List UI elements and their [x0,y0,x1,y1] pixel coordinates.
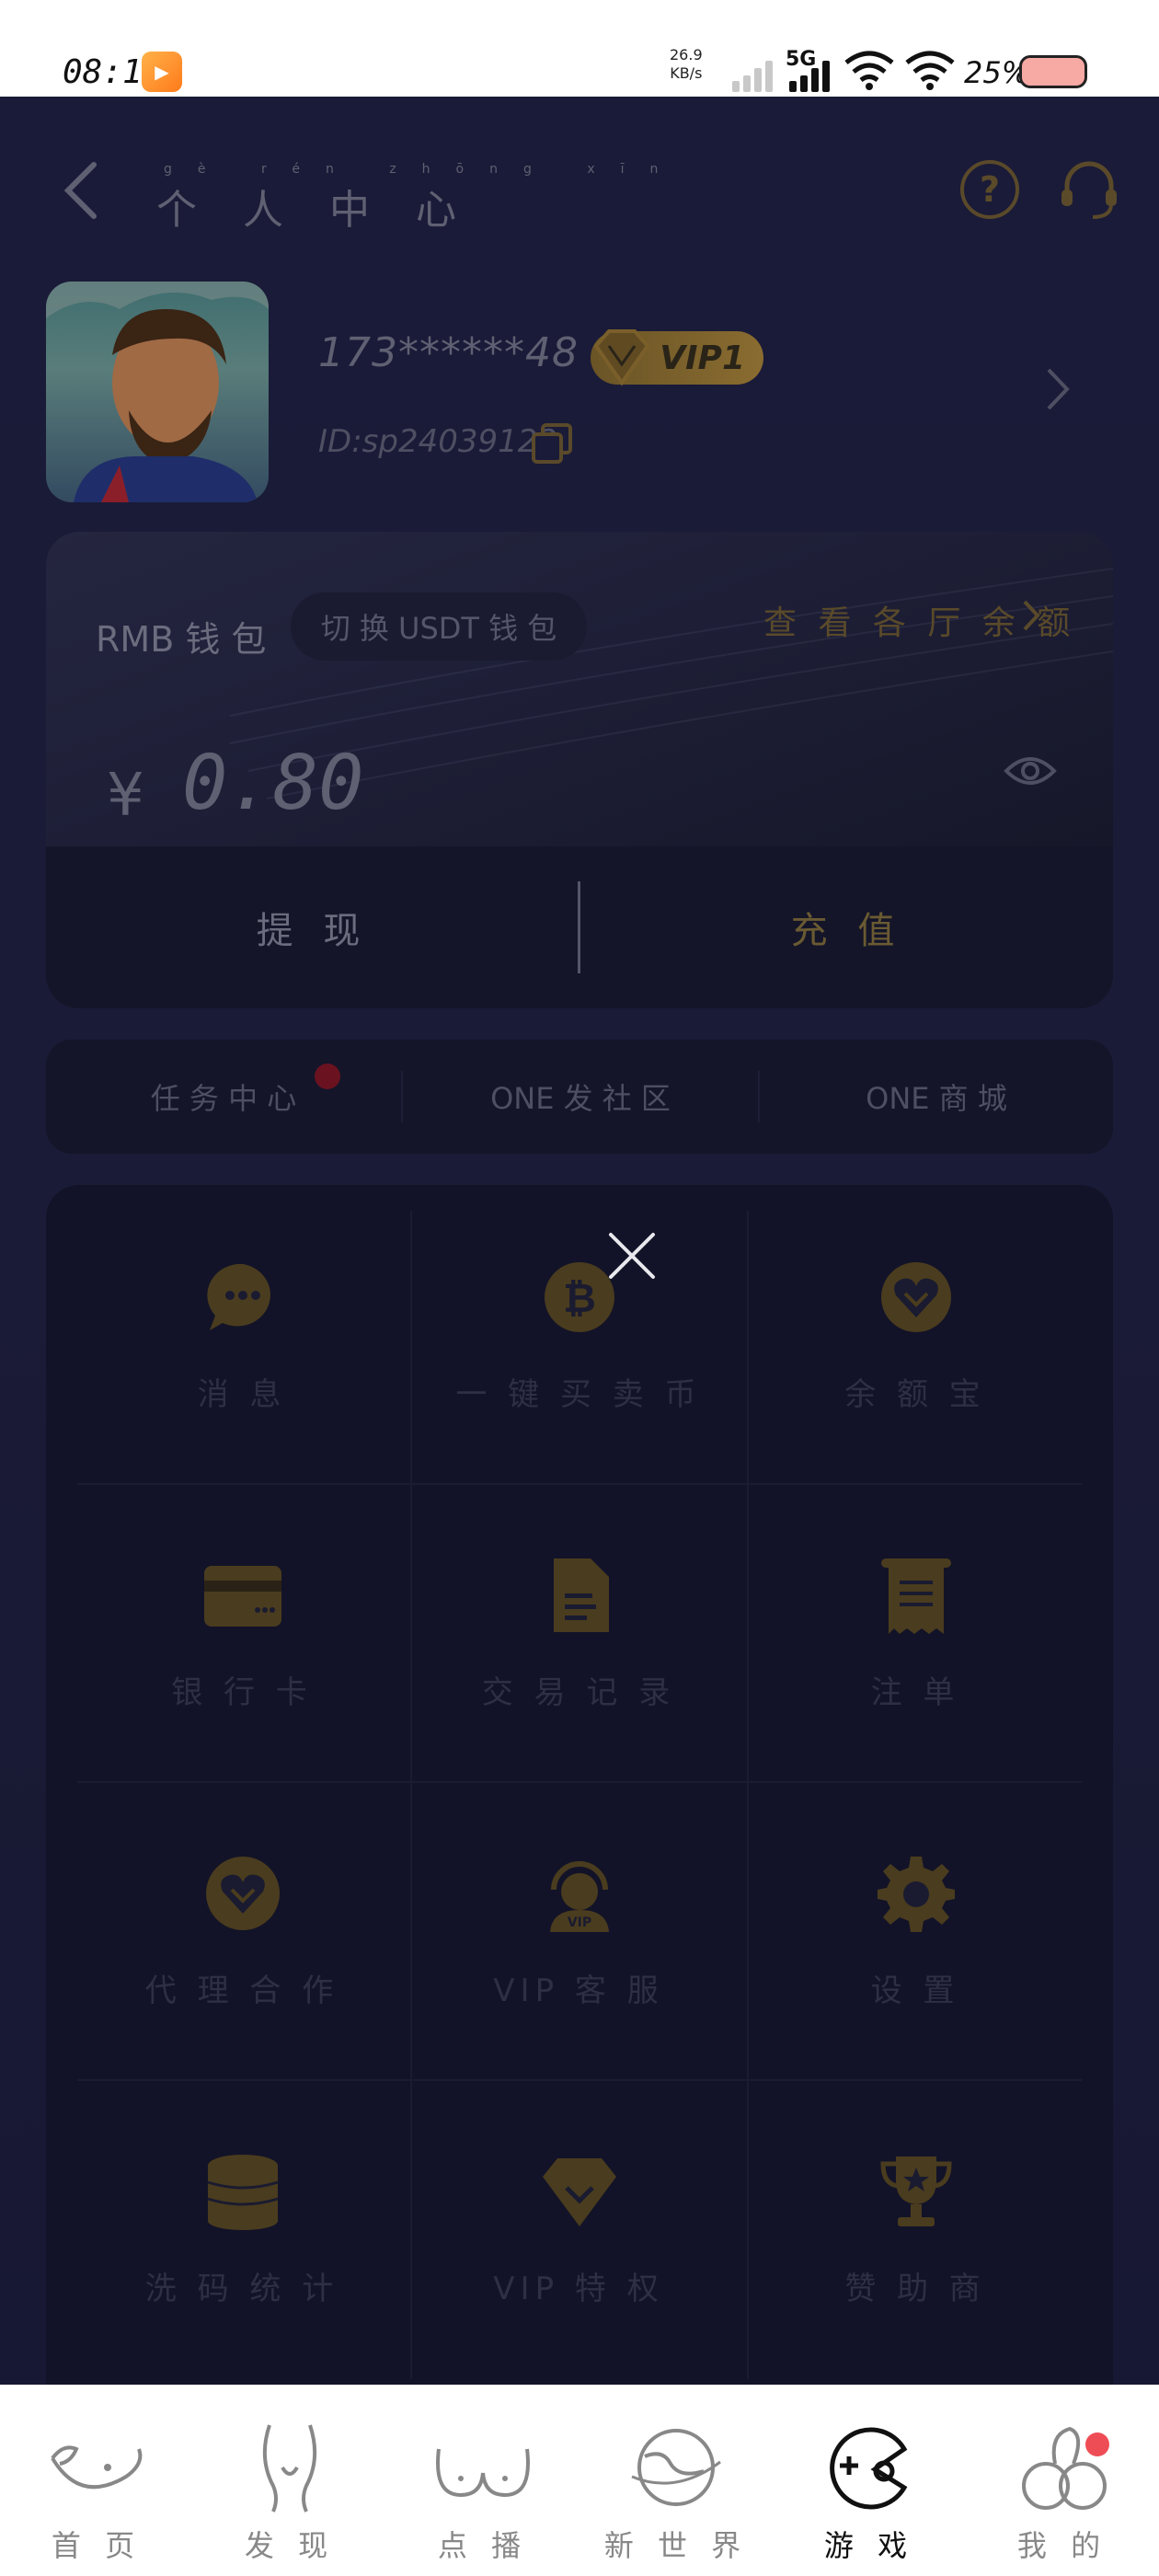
question-circle-icon[interactable]: ? [960,160,1019,219]
grid-item-label: VIP 客 服 [493,1972,664,2009]
tab-profile[interactable]: 我 的 [966,2385,1159,2576]
task-notification-dot [315,1064,340,1089]
vip-diamond-icon [543,2158,616,2226]
wallet-type-label: RMB 钱 包 [96,619,267,660]
grid-item-label: 设 置 [870,1972,960,2009]
signal-bars-sim2-icon [789,55,830,92]
grid-item-label: 赞 助 商 [844,2271,986,2307]
grid-item-bet-slips[interactable]: 注 单 [747,1483,1084,1750]
tab-label: 点 播 [437,2528,529,2563]
grid-item-settings[interactable]: 设 置 [747,1781,1084,2048]
avatar-portrait-image [46,282,269,502]
wallet-balance: 0.80 [182,740,364,827]
avatar[interactable] [46,282,269,502]
grid-item-label: VIP 特 权 [493,2271,664,2307]
tab-label: 游 戏 [823,2528,915,2563]
grid-item-label: 银 行 卡 [171,1674,313,1711]
community-link[interactable]: ONE 发 社 区 [403,1040,758,1154]
user-id: ID:sp24039122 [318,423,558,460]
grid-item-rebate-stats[interactable]: 洗 码 统 计 [74,2079,410,2346]
grid-item-agency-cooperation[interactable]: 代 理 合 作 [74,1781,410,2048]
wifi-secondary-icon [905,51,955,90]
app-notification-icon: ▶ [142,52,182,92]
switch-usdt-wallet-button[interactable]: 切 换 USDT 钱 包 [291,592,587,661]
network-speed-unit: KB/s [670,64,703,82]
game-tab-icon [830,2427,908,2510]
lobby-chevron-right-icon[interactable] [1021,598,1041,633]
grid-item-label: 交 易 记 录 [481,1674,676,1711]
battery-icon [1019,55,1087,88]
home-tab-icon [51,2445,143,2490]
globe-tab-icon [631,2429,721,2506]
recharge-button[interactable]: 充 值 [581,846,1113,1008]
close-icon[interactable] [605,1229,659,1282]
on-demand-tab-icon [436,2448,530,2498]
grid-item-label: 一 键 买 卖 币 [455,1376,702,1413]
network-speed: 26.9 KB/s [670,46,703,83]
bank-card-icon [204,1566,281,1627]
bottom-tab-bar: 首 页 发 现 点 播 新 世 界 游 戏 我 的 [0,2385,1159,2576]
profile-chevron-right-icon[interactable] [1043,366,1071,412]
tab-discover[interactable]: 发 现 [193,2385,386,2576]
vip-agent-icon: VIP [550,1861,609,1932]
grid-item-label: 消 息 [197,1376,287,1413]
grid-item-label: 注 单 [870,1674,960,1711]
document-icon [554,1558,609,1632]
grid-item-vip-privileges[interactable]: VIP 特 权 [410,2079,747,2346]
tab-label: 首 页 [51,2528,143,2563]
tab-home[interactable]: 首 页 [0,2385,193,2576]
profile-tab-badge [1085,2432,1109,2456]
heart-shield-icon [881,1262,951,1332]
wallet-card: RMB 钱 包 切 换 USDT 钱 包 查 看 各 厅 余 额 ¥ 0.80 … [46,532,1113,1008]
tab-label: 发 现 [244,2528,336,2563]
withdraw-button[interactable]: 提 现 [46,846,580,1008]
tab-label: 我 的 [1016,2528,1108,2563]
grid-item-label: 余 额 宝 [844,1376,986,1413]
grid-item-label: 代 理 合 作 [144,1972,339,2009]
grid-item-bank-card[interactable]: 银 行 卡 [74,1483,410,1750]
grid-item-balance-treasure[interactable]: 余 额 宝 [747,1185,1084,1452]
page-title-pinyin: gè rén zhōng xīn [164,162,684,177]
network-speed-value: 26.9 [670,46,703,63]
receipt-icon [881,1558,951,1634]
handshake-icon [206,1857,280,1930]
quick-nav-bar: 任 务 中 心 ONE 发 社 区 ONE 商 城 [46,1040,1113,1154]
signal-bars-sim1-icon [732,55,773,92]
tab-on-demand[interactable]: 点 播 [386,2385,580,2576]
eye-icon[interactable] [1003,753,1058,789]
vip-diamond-badge-icon [593,329,650,386]
grid-item-sponsors[interactable]: 赞 助 商 [747,2079,1084,2346]
page-title: 个 人 中 心 [156,187,473,234]
grid-item-vip-service[interactable]: VIP VIP 客 服 [410,1781,747,2048]
tab-label: 新 世 界 [603,2528,749,2563]
wallet-button-divider [578,881,580,973]
svg-text:₿: ₿ [563,1275,596,1322]
copy-icon[interactable] [530,421,574,466]
grid-item-buy-sell-coin[interactable]: ₿ 一 键 买 卖 币 [410,1185,747,1452]
grid-item-messages[interactable]: 消 息 [74,1185,410,1452]
headset-icon[interactable] [1056,156,1122,223]
task-center-link[interactable]: 任 务 中 心 [46,1040,401,1154]
user-phone: 173******48 [318,329,579,376]
status-bar: 08:16 ▶ 26.9 KB/s 5G 25% [0,0,1159,97]
tab-new-world[interactable]: 新 世 界 [580,2385,773,2576]
tab-games[interactable]: 游 戏 [773,2385,966,2576]
chat-icon [207,1263,270,1330]
svg-text:VIP: VIP [568,1915,591,1930]
feature-grid: 消 息 ₿ 一 键 买 卖 币 余 额 宝 银 行 卡 交 易 记 录 注 单 … [46,1185,1113,2385]
wifi-icon [844,51,894,90]
grid-item-label: 洗 码 统 计 [144,2271,339,2307]
gear-icon [878,1857,955,1932]
back-arrow-icon[interactable] [61,161,101,220]
discover-tab-icon [262,2424,317,2513]
trophy-icon [880,2156,952,2226]
coin-stack-icon [207,2155,279,2230]
currency-symbol: ¥ [107,762,144,830]
grid-item-transaction-records[interactable]: 交 易 记 录 [410,1483,747,1750]
mall-link[interactable]: ONE 商 城 [760,1040,1113,1154]
